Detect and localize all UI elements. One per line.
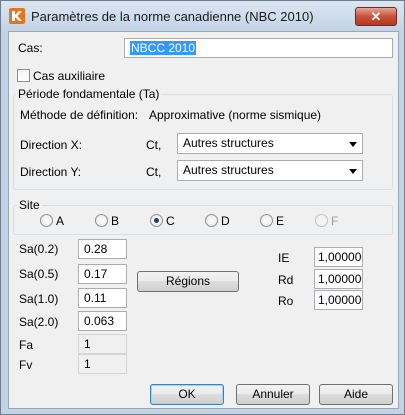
ie-input[interactable]: 1,000000 — [314, 247, 363, 267]
site-radio-e-label: E — [276, 214, 285, 228]
sa05-label: Sa(0.5) — [19, 267, 59, 281]
sa20-label: Sa(2.0) — [19, 315, 59, 329]
sa05-input[interactable]: 0.17 — [78, 264, 127, 284]
aide-button[interactable]: Aide — [319, 384, 393, 405]
sa20-input[interactable]: 0.063 — [78, 311, 127, 331]
regions-button[interactable]: Régions — [137, 271, 239, 292]
site-radio-f — [315, 214, 328, 227]
site-radio-c-label: C — [166, 214, 175, 228]
direction-y-label: Direction Y: — [20, 165, 82, 179]
cas-auxiliaire-checkbox[interactable] — [17, 69, 30, 82]
sa02-input[interactable]: 0.28 — [78, 239, 127, 259]
site-radio-e[interactable] — [260, 214, 273, 227]
direction-y-select-value: Autres structures — [183, 163, 274, 177]
close-button[interactable]: ✕ — [355, 7, 397, 26]
direction-x-ct-label: Ct, — [146, 138, 162, 152]
site-radio-d[interactable] — [205, 214, 218, 227]
methode-label: Méthode de définition: — [20, 108, 139, 122]
rd-input[interactable]: 1,000000 — [314, 269, 363, 289]
cas-input[interactable]: NBCC 2010 — [124, 38, 393, 58]
direction-x-label: Direction X: — [20, 138, 83, 152]
methode-value: Approximative (norme sismique) — [149, 108, 322, 122]
app-logo-icon — [9, 8, 25, 24]
window-title: Paramètres de la norme canadienne (NBC 2… — [31, 9, 314, 24]
site-radio-d-label: D — [221, 214, 230, 228]
site-radio-a-label: A — [56, 214, 65, 228]
title-bar[interactable]: Paramètres de la norme canadienne (NBC 2… — [1, 1, 404, 31]
chevron-down-icon — [349, 142, 357, 147]
ro-label: Ro — [278, 294, 294, 308]
fv-label: Fv — [19, 358, 33, 372]
chevron-down-icon — [349, 169, 357, 174]
direction-x-select[interactable]: Autres structures — [177, 133, 363, 154]
site-radio-b[interactable] — [95, 214, 108, 227]
periode-group-title: Période fondamentale (Ta) — [16, 87, 162, 101]
direction-x-select-value: Autres structures — [183, 136, 274, 150]
fa-value: 1 — [78, 334, 127, 354]
sa10-label: Sa(1.0) — [19, 292, 59, 306]
cas-auxiliaire-label: Cas auxiliaire — [33, 69, 106, 83]
sa10-input[interactable]: 0.11 — [78, 288, 127, 308]
dialog-window: Paramètres de la norme canadienne (NBC 2… — [0, 0, 405, 415]
ie-label: IE — [278, 251, 290, 265]
rd-label: Rd — [278, 273, 294, 287]
fa-label: Fa — [19, 338, 34, 352]
site-radio-a[interactable] — [40, 214, 53, 227]
ro-input[interactable]: 1,000000 — [314, 290, 363, 310]
annuler-button[interactable]: Annuler — [236, 384, 310, 405]
fv-value: 1 — [78, 354, 127, 374]
site-group-title: Site — [17, 198, 42, 212]
cas-input-value: NBCC 2010 — [130, 41, 197, 55]
cas-label: Cas: — [18, 41, 43, 55]
site-radio-b-label: B — [111, 214, 120, 228]
direction-y-ct-label: Ct, — [146, 165, 162, 179]
dialog-body: Cas: NBCC 2010 Cas auxiliaire Période fo… — [8, 31, 399, 409]
sa02-label: Sa(0.2) — [19, 242, 59, 256]
ok-button[interactable]: OK — [150, 384, 224, 405]
close-icon: ✕ — [370, 9, 382, 24]
site-radio-f-label: F — [331, 214, 339, 228]
site-radio-c[interactable] — [150, 214, 163, 227]
direction-y-select[interactable]: Autres structures — [177, 160, 363, 181]
